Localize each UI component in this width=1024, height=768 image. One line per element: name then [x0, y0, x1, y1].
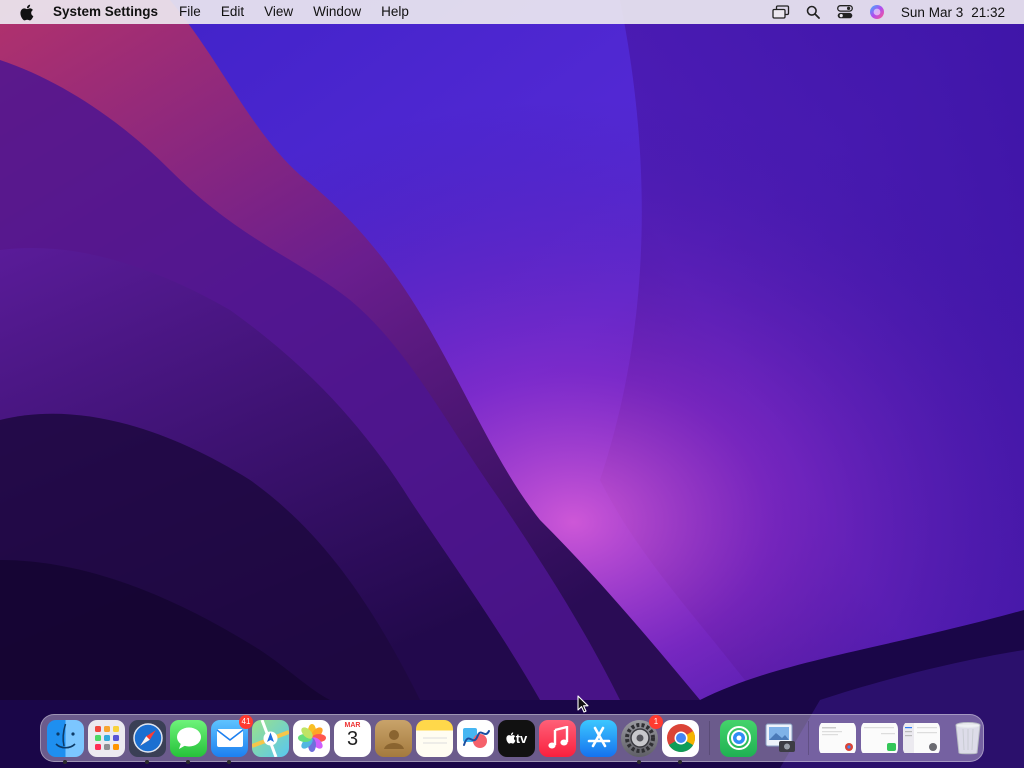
messages-icon [170, 719, 207, 757]
app-menu[interactable]: System Settings [53, 0, 169, 24]
dock-item-find-my[interactable] [720, 719, 757, 757]
dock-item-photos[interactable] [293, 719, 330, 757]
view-menu[interactable]: View [254, 0, 303, 24]
launchpad-icon [88, 719, 125, 757]
dock-item-launchpad[interactable] [88, 719, 125, 757]
dock-item-finder[interactable] [47, 719, 84, 764]
dock-separator [709, 721, 710, 755]
dock-item-system-settings[interactable]: 1 [621, 714, 663, 764]
window-thumbnail [819, 720, 856, 757]
maps-icon [252, 719, 289, 757]
dock-item-freeform[interactable] [457, 719, 494, 757]
dock-item-notes[interactable] [416, 719, 453, 757]
apple-menu-icon[interactable] [19, 3, 35, 21]
mouse-pointer-icon [577, 695, 589, 713]
edit-menu[interactable]: Edit [211, 0, 254, 24]
screen-mirroring-icon[interactable] [770, 0, 792, 24]
dock-item-app-store[interactable] [580, 719, 617, 757]
dock-item-maps[interactable] [252, 719, 289, 757]
menu-bar-clock[interactable]: Sun Mar 3 21:32 [901, 5, 1005, 20]
minimized-window-chrome[interactable] [819, 720, 857, 757]
running-indicator [186, 759, 190, 764]
dock-item-contacts[interactable] [375, 719, 412, 757]
file-menu[interactable]: File [169, 0, 211, 24]
clock-date: Sun Mar 3 [900, 4, 964, 20]
dock-item-safari[interactable] [129, 719, 166, 764]
dock-item-preview[interactable] [761, 720, 798, 757]
minimized-window-system-settings[interactable] [903, 720, 941, 757]
dock-separator [808, 721, 809, 755]
running-indicator [678, 759, 682, 764]
find-my-icon [720, 719, 757, 757]
dock: 41 MAR 3 tv 1 [40, 714, 986, 764]
menu-bar: System Settings File Edit View Window He… [0, 0, 1024, 24]
siri-icon[interactable] [866, 0, 888, 24]
tv-label: tv [515, 730, 528, 746]
running-indicator [637, 759, 641, 764]
running-indicator [145, 759, 149, 764]
dock-item-trash[interactable] [949, 720, 986, 757]
app-store-icon [580, 719, 617, 757]
window-menu[interactable]: Window [303, 0, 371, 24]
mail-unread-badge: 41 [239, 714, 253, 729]
calendar-icon: MAR 3 [334, 719, 371, 757]
help-menu[interactable]: Help [371, 0, 419, 24]
chrome-icon [662, 719, 699, 757]
contacts-icon [375, 719, 412, 757]
dock-item-chrome[interactable] [662, 719, 699, 764]
dock-item-tv[interactable]: tv [498, 719, 535, 757]
apple-tv-icon: tv [498, 719, 535, 757]
window-thumbnail [861, 720, 898, 757]
music-icon [539, 719, 576, 757]
dock-item-music[interactable] [539, 719, 576, 757]
dock-item-mail[interactable]: 41 [211, 714, 253, 764]
photos-icon [293, 719, 330, 757]
dock-item-messages[interactable] [170, 719, 207, 764]
preview-icon [761, 720, 798, 757]
notes-icon [416, 719, 453, 757]
clock-time: 21:32 [971, 4, 1005, 20]
calendar-day: 3 [346, 727, 359, 750]
dock-item-calendar[interactable]: MAR 3 [334, 719, 371, 757]
settings-update-badge: 1 [649, 714, 663, 729]
minimized-window-messages[interactable] [861, 720, 899, 757]
freeform-icon [457, 719, 494, 757]
trash-icon [949, 720, 986, 757]
finder-icon [47, 719, 84, 757]
search-icon[interactable] [802, 0, 824, 24]
desktop-wallpaper [0, 0, 1024, 768]
window-thumbnail [903, 720, 940, 757]
running-indicator [63, 759, 67, 764]
running-indicator [227, 759, 231, 764]
control-center-icon[interactable] [834, 0, 856, 24]
safari-icon [129, 719, 166, 757]
